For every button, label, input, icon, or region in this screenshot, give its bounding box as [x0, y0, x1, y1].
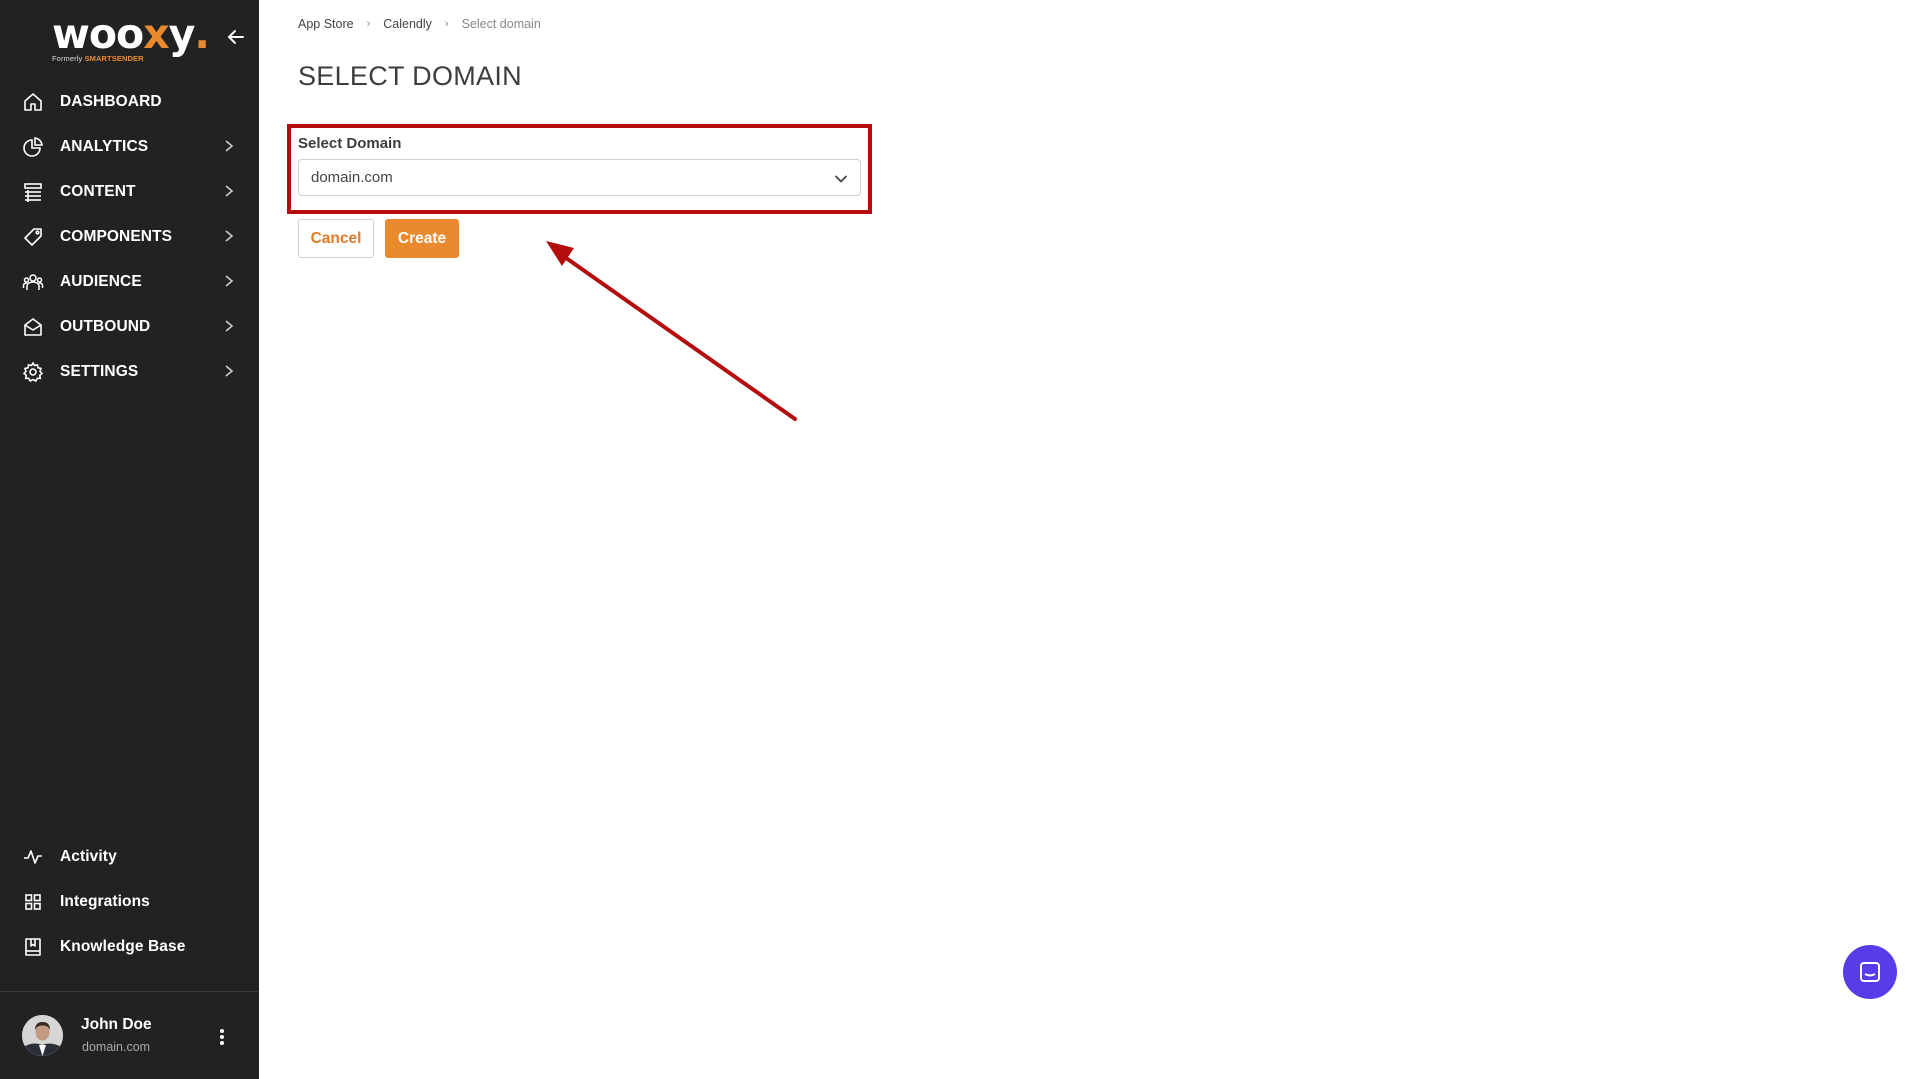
- sidebar-item-label: AUDIENCE: [60, 272, 142, 290]
- app-root: woo x y. Formerly SMARTSENDER DASHBOARD AN…: [0, 0, 1920, 1079]
- sidebar-item-audience[interactable]: AUDIENCE: [0, 259, 259, 304]
- mail-open-icon: [24, 318, 42, 336]
- sidebar-item-label: OUTBOUND: [60, 317, 151, 335]
- sidebar: woo x y. Formerly SMARTSENDER DASHBOARD AN…: [0, 0, 259, 1079]
- chevron-right-icon: ›: [366, 18, 371, 30]
- sidebar-item-settings[interactable]: SETTINGS: [0, 349, 259, 394]
- main-content: App Store › Calendly › Select domain SEL…: [259, 0, 1920, 1079]
- sidebar-item-label: Activity: [60, 847, 117, 865]
- collapse-sidebar-button[interactable]: [225, 26, 247, 48]
- breadcrumb-app-store[interactable]: App Store: [298, 17, 354, 31]
- chevron-down-icon: [835, 175, 847, 183]
- home-icon: [24, 93, 42, 111]
- user-menu-button[interactable]: [212, 1026, 232, 1048]
- create-button[interactable]: Create: [385, 219, 459, 258]
- sidebar-item-label: DASHBOARD: [60, 92, 162, 110]
- sidebar-item-activity[interactable]: Activity: [0, 834, 259, 879]
- sidebar-item-label: ANALYTICS: [60, 137, 149, 155]
- sidebar-item-label: CONTENT: [60, 182, 136, 200]
- tag-icon: [24, 228, 42, 246]
- sidebar-item-outbound[interactable]: OUTBOUND: [0, 304, 259, 349]
- breadcrumb: App Store › Calendly › Select domain: [298, 17, 541, 31]
- gear-icon: [22, 361, 44, 383]
- chevron-right-icon: [225, 185, 234, 197]
- breadcrumb-calendly[interactable]: Calendly: [383, 17, 432, 31]
- sidebar-item-knowledge-base[interactable]: Knowledge Base: [0, 924, 259, 969]
- chart-pie-icon: [23, 137, 43, 157]
- logo: woo x y. Formerly SMARTSENDER: [52, 10, 212, 63]
- sidebar-item-label: Integrations: [60, 892, 150, 910]
- domain-select-value: domain.com: [311, 169, 393, 186]
- arrow-left-icon: [228, 30, 244, 44]
- cancel-button[interactable]: Cancel: [298, 219, 374, 258]
- sidebar-item-content[interactable]: CONTENT: [0, 169, 259, 214]
- breadcrumb-current: Select domain: [461, 17, 541, 31]
- user-domain: domain.com: [82, 1040, 151, 1054]
- activity-icon: [24, 850, 42, 864]
- main-nav: DASHBOARD ANALYTICS CONTENT COMPONENTS A…: [0, 79, 259, 394]
- chevron-right-icon: [225, 365, 234, 377]
- user-profile: John Doe domain.com: [0, 992, 259, 1079]
- domain-select[interactable]: domain.com: [298, 159, 861, 196]
- avatar[interactable]: [22, 1015, 63, 1056]
- grid-icon: [25, 894, 41, 910]
- select-domain-label: Select Domain: [298, 135, 402, 152]
- book-icon: [25, 938, 41, 956]
- chevron-right-icon: [225, 275, 234, 287]
- user-name: John Doe: [81, 1016, 152, 1033]
- sidebar-item-components[interactable]: COMPONENTS: [0, 214, 259, 259]
- chevron-right-icon: ›: [444, 18, 449, 30]
- secondary-nav: Activity Integrations Knowledge Base: [0, 834, 259, 969]
- sidebar-item-analytics[interactable]: ANALYTICS: [0, 124, 259, 169]
- chevron-right-icon: [225, 140, 234, 152]
- chevron-right-icon: [225, 320, 234, 332]
- more-vertical-icon: [220, 1029, 224, 1045]
- sidebar-item-integrations[interactable]: Integrations: [0, 879, 259, 924]
- chat-widget-button[interactable]: [1843, 945, 1897, 999]
- chevron-right-icon: [225, 230, 234, 242]
- sidebar-item-label: COMPONENTS: [60, 227, 173, 245]
- sidebar-item-label: Knowledge Base: [60, 937, 186, 955]
- users-icon: [22, 274, 44, 290]
- logo-wordmark: woo x y.: [52, 10, 210, 58]
- list-icon: [24, 183, 42, 202]
- sidebar-item-dashboard[interactable]: DASHBOARD: [0, 79, 259, 124]
- chat-icon: [1860, 962, 1880, 982]
- sidebar-item-label: SETTINGS: [60, 362, 139, 380]
- avatar-icon: [22, 1015, 63, 1056]
- page-title: SELECT DOMAIN: [298, 61, 522, 91]
